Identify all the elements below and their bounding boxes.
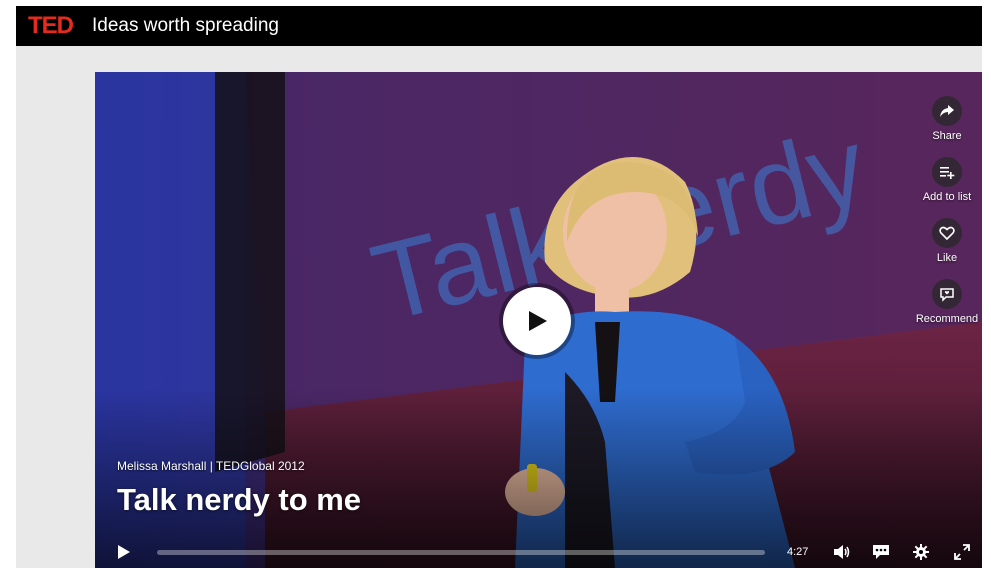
recommend-icon bbox=[940, 288, 954, 302]
top-bar: TED Ideas worth spreading bbox=[16, 6, 982, 46]
share-icon bbox=[940, 105, 954, 117]
video-player[interactable]: Talk nerdy Share Add to list Like Recomm… bbox=[95, 72, 982, 568]
play-icon bbox=[118, 545, 130, 559]
subtitles-icon bbox=[873, 545, 889, 559]
big-play-button[interactable] bbox=[503, 287, 571, 355]
ted-logo[interactable]: TED bbox=[28, 13, 74, 39]
settings-button[interactable] bbox=[913, 544, 929, 565]
volume-icon bbox=[834, 545, 850, 559]
speaker-event-label[interactable]: Melissa Marshall | TEDGlobal 2012 bbox=[117, 459, 305, 473]
share-label: Share bbox=[932, 130, 962, 142]
recommend-button[interactable]: Recommend bbox=[912, 279, 982, 325]
subtitles-button[interactable] bbox=[872, 544, 890, 565]
gear-icon bbox=[913, 544, 929, 560]
like-label: Like bbox=[936, 252, 958, 264]
player-controls: 4:27 bbox=[95, 534, 982, 568]
duration-label: 4:27 bbox=[787, 546, 809, 558]
fullscreen-button[interactable] bbox=[954, 544, 970, 565]
heart-icon bbox=[939, 226, 955, 241]
control-play-button[interactable] bbox=[117, 544, 131, 565]
add-to-list-label: Add to list bbox=[922, 191, 972, 203]
talk-title: Talk nerdy to me bbox=[117, 482, 362, 517]
recommend-label: Recommend bbox=[915, 313, 979, 325]
fullscreen-icon bbox=[954, 544, 970, 560]
volume-button[interactable] bbox=[833, 544, 851, 565]
playlist-add-icon bbox=[940, 167, 955, 179]
share-button[interactable]: Share bbox=[912, 96, 982, 142]
progress-bar[interactable] bbox=[157, 550, 765, 555]
like-button[interactable]: Like bbox=[912, 218, 982, 264]
add-to-list-button[interactable]: Add to list bbox=[912, 157, 982, 203]
play-icon bbox=[529, 311, 547, 331]
tagline: Ideas worth spreading bbox=[92, 15, 279, 36]
